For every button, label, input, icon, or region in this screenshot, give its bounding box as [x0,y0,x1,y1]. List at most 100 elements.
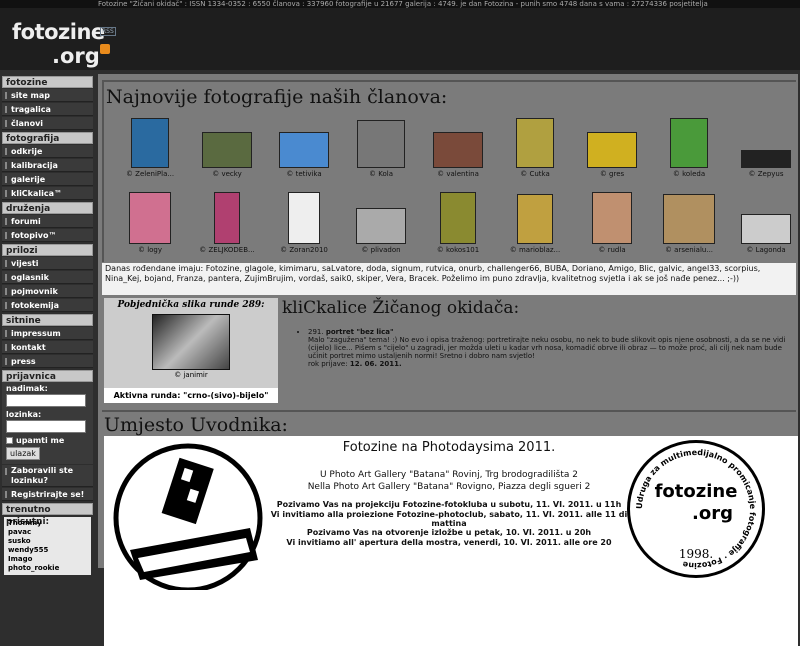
photo-thumb-item[interactable]: © Kola [343,120,419,178]
nav-tragalica[interactable]: tragalica [2,103,93,116]
online-user[interactable]: susko [8,537,87,546]
photo-thumbnail[interactable] [202,132,252,168]
photo-author[interactable]: © kokos101 [420,246,496,254]
photo-thumbnail[interactable] [356,208,406,244]
photo-thumbnail[interactable] [670,118,708,168]
photo-thumb-item[interactable]: © rudla [574,192,650,254]
photo-author[interactable]: © logy [112,246,188,254]
photo-thumb-item[interactable]: © Lagonda [728,214,800,254]
nav-site-map[interactable]: site map [2,89,93,102]
photo-thumb-item[interactable]: © Cutka [497,118,573,178]
nav-press[interactable]: press [2,355,93,368]
online-user[interactable]: pavac [8,528,87,537]
photo-thumb-item[interactable]: © koleda [651,118,727,178]
photo-thumb-item[interactable]: © arsenialu... [651,194,727,254]
photo-thumb-item[interactable]: © Zoran2010 [266,192,342,254]
photo-author[interactable]: © ZeleniPla... [112,170,188,178]
login-section-title: prijavnica [2,370,93,382]
photo-author[interactable]: © marioblaz... [497,246,573,254]
photo-thumb-item[interactable]: © Zepyus [728,150,800,178]
photo-author[interactable]: © ZELJKODEB... [189,246,265,254]
nav-odkrije[interactable]: odkrije [2,145,93,158]
photo-thumb-item[interactable]: © ZeleniPla... [112,118,188,178]
nav-vijesti[interactable]: vijesti [2,257,93,270]
nav-section-druzenja: druženja [2,202,93,214]
photo-author[interactable]: © Cutka [497,170,573,178]
photo-thumbnail[interactable] [214,192,240,244]
intro-line-4: Vi invitiamo alla proiezione Fotozine-ph… [264,510,634,528]
intro-line-5: Pozivamo Vas na otvorenje izložbe u peta… [264,528,634,537]
photo-author[interactable]: © valentina [420,170,496,178]
photo-thumb-item[interactable]: © gres [574,132,650,178]
nav-klickalica[interactable]: kliCkalica™ [2,187,93,200]
photo-author[interactable]: © arsenialu... [651,246,727,254]
rss-icon[interactable] [100,44,110,54]
seal-logo-suffix: .org [692,503,733,524]
register-link[interactable]: Registrirajte se! [2,488,93,501]
photo-author[interactable]: © Zepyus [728,170,800,178]
photo-thumbnail[interactable] [357,120,405,168]
photo-author[interactable]: © Kola [343,170,419,178]
photo-author[interactable]: © Lagonda [728,246,800,254]
klickalica-item: 291. portret "bez lica" Malo "zagužena" … [308,328,796,368]
nav-pojmovnik[interactable]: pojmovnik [2,285,93,298]
nav-galerije[interactable]: galerije [2,173,93,186]
online-user[interactable]: photo_rookie [8,564,87,573]
photo-thumb-item[interactable]: © plivadon [343,208,419,254]
photo-thumb-item[interactable]: © kokos101 [420,192,496,254]
photo-thumbnail[interactable] [131,118,169,168]
photo-thumbnail[interactable] [741,150,791,168]
username-input[interactable] [6,394,86,407]
photo-thumbnail[interactable] [517,194,553,244]
login-button[interactable]: ulazak [6,447,40,460]
photo-author[interactable]: © koleda [651,170,727,178]
nav-clanovi[interactable]: članovi [2,117,93,130]
rss-badge[interactable]: RSS [100,27,116,36]
photo-thumbnail[interactable] [587,132,637,168]
nav-forumi[interactable]: forumi [2,215,93,228]
online-section-title: trenutno prisutni: [2,503,93,515]
photo-thumbnail[interactable] [592,192,632,244]
photo-thumbnail[interactable] [433,132,483,168]
nav-oglasnik[interactable]: oglasnik [2,271,93,284]
login-form: nadimak: lozinka: upamti me ulazak [2,382,93,464]
site-logo-suffix[interactable]: .org [52,44,100,68]
photo-author[interactable]: © Zoran2010 [266,246,342,254]
photo-thumbnail[interactable] [440,192,476,244]
nav-fotokemija[interactable]: fotokemija [2,299,93,312]
photo-thumb-item[interactable]: © marioblaz... [497,194,573,254]
round-topic[interactable]: portret "bez lica" [326,328,394,336]
password-input[interactable] [6,420,86,433]
photo-author[interactable]: © gres [574,170,650,178]
nav-section-sitnine: sitnine [2,314,93,326]
winning-photo-author[interactable]: © janimir [104,371,278,379]
photo-thumbnail[interactable] [288,192,320,244]
photo-thumbnail[interactable] [279,132,329,168]
online-user[interactable]: wendy555 [8,546,87,555]
photo-thumb-item[interactable]: © tetivika [266,132,342,178]
nav-impressum[interactable]: impressum [2,327,93,340]
nav-kalibracija[interactable]: kalibracija [2,159,93,172]
photo-thumb-item[interactable]: © ZELJKODEB... [189,192,265,254]
photo-author[interactable]: © vecky [189,170,265,178]
photo-thumbnail[interactable] [516,118,554,168]
photo-author[interactable]: © plivadon [343,246,419,254]
photo-thumbnail[interactable] [129,192,171,244]
photo-thumb-item[interactable]: © vecky [189,132,265,178]
klickalica-panel: kliCkalice Žičanog okidača: 291. portret… [282,298,796,403]
photo-author[interactable]: © rudla [574,246,650,254]
photo-thumbnail[interactable] [741,214,791,244]
online-user[interactable]: Imago [8,555,87,564]
photo-thumb-item[interactable]: © valentina [420,132,496,178]
nav-fotopivo[interactable]: fotopivo™ [2,229,93,242]
username-label: nadimak: [6,384,89,393]
photo-thumb-item[interactable]: © logy [112,192,188,254]
remember-checkbox[interactable] [6,437,13,444]
forgot-password-link[interactable]: Zaboravili ste lozinku? [2,465,93,487]
winning-photo[interactable] [152,314,230,370]
active-round[interactable]: Aktivna runda: "crno-(sivo)-bijelo" [104,388,278,403]
nav-kontakt[interactable]: kontakt [2,341,93,354]
photo-author[interactable]: © tetivika [266,170,342,178]
photo-thumbnail[interactable] [663,194,715,244]
site-logo[interactable]: fotozine [12,20,105,44]
